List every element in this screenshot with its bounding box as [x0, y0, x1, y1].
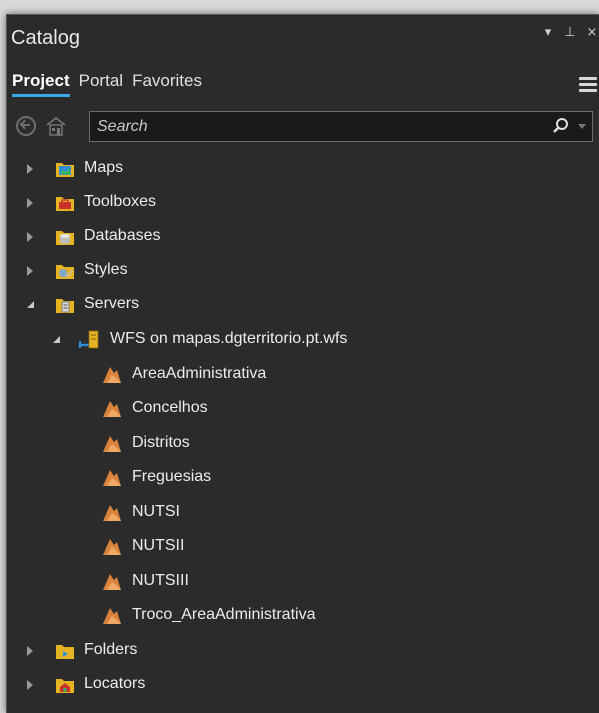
tree-item-label: NUTSI	[132, 503, 180, 520]
close-icon[interactable]: ×	[585, 25, 599, 40]
tree-item-label: Folders	[84, 641, 138, 658]
tree-item-layer[interactable]: Distritos	[7, 429, 599, 459]
tree-item-styles[interactable]: Styles	[7, 256, 599, 286]
tree-item-label: Locators	[84, 675, 146, 692]
tab-portal[interactable]: Portal	[79, 71, 123, 94]
tab-favorites[interactable]: Favorites	[132, 71, 202, 94]
feature-layer-icon	[103, 367, 121, 383]
tree-item-label: Troco_AreaAdministrativa	[132, 606, 316, 623]
database-folder-icon	[56, 231, 74, 245]
tree-item-servers[interactable]: Servers	[7, 290, 599, 320]
feature-layer-icon	[103, 505, 121, 521]
pane-title: Catalog	[11, 26, 80, 49]
expand-arrow-icon[interactable]	[27, 232, 33, 242]
expand-arrow-icon[interactable]	[27, 198, 33, 208]
tree-item-layer[interactable]: NUTSIII	[7, 567, 599, 597]
search-box	[89, 111, 593, 142]
feature-layer-icon	[103, 401, 121, 417]
feature-layer-icon	[103, 608, 121, 624]
tree-item-label: Freguesias	[132, 468, 212, 485]
wfs-server-icon	[78, 330, 99, 349]
tree-item-layer[interactable]: Concelhos	[7, 394, 599, 424]
tree-item-label: AreaAdministrativa	[132, 365, 267, 382]
tree-item-databases[interactable]: Databases	[7, 222, 599, 252]
feature-layer-icon	[103, 470, 121, 486]
expand-arrow-icon[interactable]	[27, 164, 33, 174]
pane-titlebar: Catalog ▾ ⊥ ×	[7, 15, 599, 59]
tree-item-layer[interactable]: Troco_AreaAdministrativa	[7, 601, 599, 631]
tree-item-label: Databases	[84, 227, 161, 244]
tab-project[interactable]: Project	[12, 71, 70, 97]
styles-folder-icon	[56, 265, 74, 279]
feature-layer-icon	[103, 574, 121, 590]
pane-controls: ▾ ⊥ ×	[541, 25, 599, 40]
collapse-arrow-icon[interactable]	[53, 336, 60, 343]
tree-item-label: Concelhos	[132, 399, 208, 416]
pin-icon[interactable]: ⊥	[563, 25, 577, 40]
tree-item-label: WFS on mapas.dgterritorio.pt.wfs	[110, 330, 348, 347]
tree-item-wfs-server[interactable]: WFS on mapas.dgterritorio.pt.wfs	[7, 325, 599, 355]
tree-item-label: Servers	[84, 295, 140, 312]
toolbox-folder-icon	[56, 197, 74, 211]
home-icon[interactable]	[45, 115, 67, 137]
catalog-pane: Catalog ▾ ⊥ × Project Portal Favorites S…	[6, 14, 599, 713]
search-icon[interactable]	[552, 117, 570, 135]
tree-item-label: NUTSII	[132, 537, 185, 554]
feature-layer-icon	[103, 436, 121, 452]
catalog-tabs: Project Portal Favorites	[7, 71, 599, 101]
tree-item-folders[interactable]: Folders	[7, 636, 599, 666]
search-row	[7, 111, 599, 145]
tree-item-layer[interactable]: Freguesias	[7, 463, 599, 493]
tree-item-label: Maps	[84, 159, 124, 176]
servers-folder-icon	[56, 299, 74, 313]
maps-folder-icon	[56, 163, 74, 177]
collapse-arrow-icon[interactable]	[27, 301, 34, 308]
tree-item-label: Styles	[84, 261, 128, 278]
search-input[interactable]	[90, 112, 492, 141]
tree-item-layer[interactable]: NUTSII	[7, 532, 599, 562]
pane-options-icon[interactable]: ▾	[541, 25, 555, 40]
tree-item-layer[interactable]: NUTSI	[7, 498, 599, 528]
back-icon[interactable]	[16, 116, 36, 136]
folder-icon	[56, 645, 74, 659]
tree-item-label: NUTSIII	[132, 572, 189, 589]
locators-folder-icon	[56, 679, 74, 693]
expand-arrow-icon[interactable]	[27, 646, 33, 656]
chevron-down-icon[interactable]	[578, 124, 586, 129]
expand-arrow-icon[interactable]	[27, 680, 33, 690]
tree-item-toolboxes[interactable]: Toolboxes	[7, 188, 599, 218]
menu-icon[interactable]	[579, 77, 597, 95]
tree-item-layer[interactable]: AreaAdministrativa	[7, 360, 599, 390]
expand-arrow-icon[interactable]	[27, 266, 33, 276]
tree-item-maps[interactable]: Maps	[7, 154, 599, 184]
tree-item-label: Toolboxes	[84, 193, 157, 210]
tree-item-locators[interactable]: Locators	[7, 670, 599, 700]
tree-item-label: Distritos	[132, 434, 190, 451]
feature-layer-icon	[103, 539, 121, 555]
